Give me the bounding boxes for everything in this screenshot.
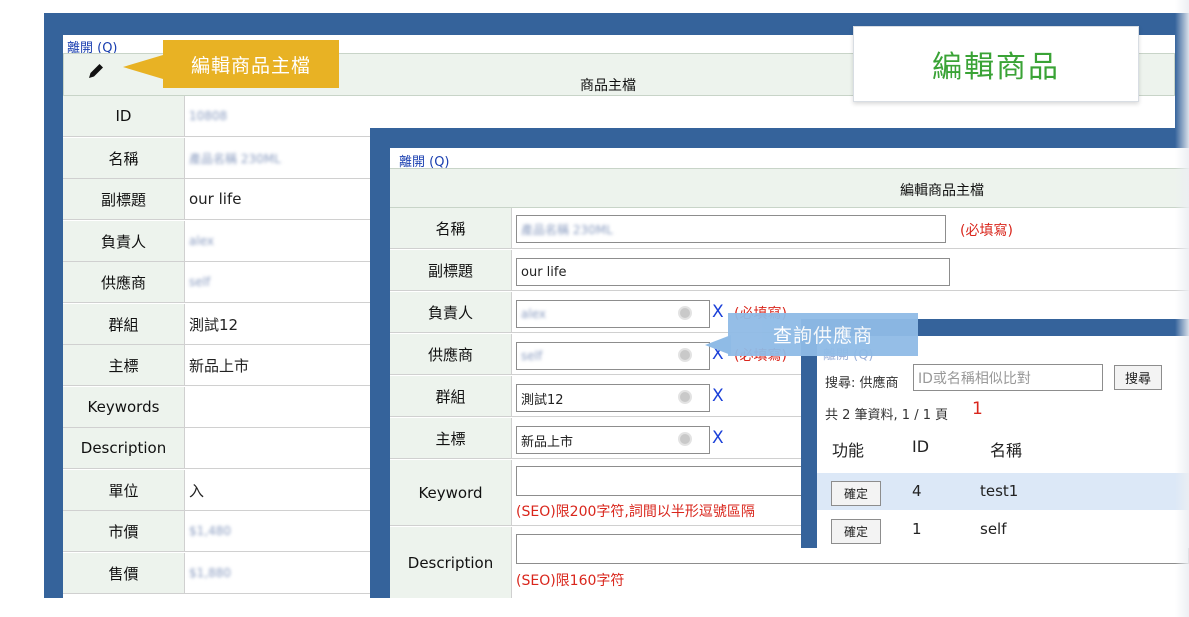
keyword-note: (SEO)限200字符,詞間以半形逗號區隔 [516,504,755,520]
master-row: 名稱 產品名稱 230ML [63,138,373,179]
master-row-value: alex [189,234,214,248]
search-icon[interactable] [678,348,692,362]
master-row-label: 供應商 [63,262,185,302]
description-label: Description [390,527,512,598]
name-label: 名稱 [390,208,512,248]
row-name: test1 [980,482,1019,500]
name-input[interactable]: 產品名稱 230ML [516,215,946,243]
master-row-value: 新品上市 [189,356,250,375]
master-row-value: $1,880 [189,566,231,580]
master-row: ID 10808 [63,96,373,137]
form-row-subtitle: 副標題 our life [390,250,1189,291]
owner-value: alex [521,307,546,321]
form-row-name: 名稱 產品名稱 230ML (必填寫) [390,208,1189,249]
row-id: 1 [912,520,922,538]
master-row-value: 測試12 [189,315,239,334]
main-label: 主標 [390,418,512,458]
search-button[interactable]: 搜尋 [1114,365,1162,390]
master-row-label: Description [63,428,185,468]
subtitle-value: our life [521,264,567,280]
clear-owner-button[interactable]: X [712,302,724,322]
search-label: 搜尋: 供應商 [825,376,899,391]
clear-group-button[interactable]: X [712,386,724,406]
master-row: 供應商 self [63,262,373,303]
master-row: Description [63,428,373,469]
master-row: 市價 $1,480 [63,511,373,552]
master-row: 單位入 [63,470,373,511]
master-row: 群組 測試12 [63,304,373,345]
master-row-label: 主標 [63,345,185,385]
master-row: 負責人 alex [63,221,373,262]
page-title: 商品主檔 [580,78,636,94]
result-count: 共 2 筆資料, 1 / 1 頁 [825,408,949,423]
column-header-name: 名稱 [990,441,1023,460]
column-header-id: ID [912,437,930,456]
master-row: 售價 $1,880 [63,553,373,594]
description-note: (SEO)限160字符 [516,573,625,589]
edit-master-header [390,168,1189,208]
master-row-label: 名稱 [63,138,185,178]
master-row-value: $1,480 [189,524,231,538]
master-row-value: 入 [189,481,205,500]
master-row-label: 負責人 [63,221,185,261]
search-icon[interactable] [678,432,692,446]
master-row-label: 市價 [63,511,185,551]
column-header-action: 功能 [832,441,865,460]
table-row: 確定 4 test1 [817,473,1189,510]
supplier-search-input[interactable]: ID或名稱相似比對 [913,364,1103,391]
supplier-label: 供應商 [390,334,512,374]
owner-label: 負責人 [390,292,512,332]
callout-supplier-lookup: 查詢供應商 [728,313,918,356]
master-row: 主標 新品上市 [63,345,373,386]
callout-edit-master: 編輯商品主檔 [163,40,339,88]
shadow-edge [1175,0,1189,617]
master-row-label: 售價 [63,553,185,593]
search-icon[interactable] [678,306,692,320]
master-row-value: self [189,275,211,289]
supplier-value: self [521,349,543,363]
master-row-value: our life [189,190,242,208]
master-row-label: ID [63,96,185,136]
group-label: 群組 [390,376,512,416]
master-row-label: 單位 [63,470,185,510]
master-row-label: 群組 [63,304,185,344]
row-id: 4 [912,482,922,500]
master-row-label: Keywords [63,387,185,427]
page-marker: 1 [972,399,983,419]
name-value: 產品名稱 230ML [521,222,613,237]
clear-main-button[interactable]: X [712,428,724,448]
search-icon[interactable] [678,390,692,404]
row-name: self [980,520,1007,538]
confirm-button[interactable]: 確定 [831,481,881,506]
group-value: 測試12 [521,392,564,408]
master-row: Keywords [63,387,373,428]
keyword-label: Keyword [390,460,512,525]
subtitle-input[interactable]: our life [516,258,950,286]
master-row-value: 10808 [189,109,228,123]
master-row-value: 產品名稱 230ML [189,151,281,166]
main-value: 新品上市 [521,434,574,450]
callout-pointer [123,55,163,79]
confirm-button[interactable]: 確定 [831,519,881,544]
subtitle-label: 副標題 [390,250,512,290]
name-required: (必填寫) [960,223,1013,239]
table-row: 確定 1 self [817,511,1189,548]
edit-product-banner: 編輯商品 [853,26,1139,102]
master-row: 副標題 our life [63,179,373,220]
form-title: 編輯商品主檔 [900,183,984,199]
master-row-label: 副標題 [63,179,185,219]
pencil-icon[interactable] [87,62,105,85]
